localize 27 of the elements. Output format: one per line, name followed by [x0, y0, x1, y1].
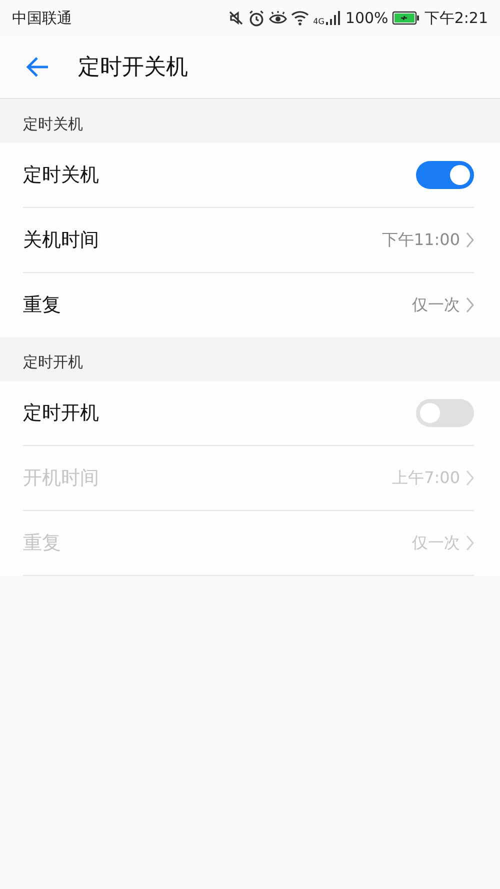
setting-label[interactable]: 重复	[23, 292, 412, 318]
chevron-right-icon	[466, 297, 474, 313]
battery-icon	[392, 11, 420, 25]
setting-value: 上午7:00	[392, 468, 460, 488]
setting-value: 仅一次	[412, 532, 460, 554]
mute-icon	[228, 10, 244, 26]
setting-value: 下午11:00	[382, 230, 460, 250]
section-header: 定时开机	[23, 352, 83, 372]
chevron-right-icon	[466, 470, 474, 486]
setting-label: 定时关机	[23, 163, 100, 188]
section-header: 定时关机	[23, 114, 83, 134]
carrier-name: 中国联通	[12, 8, 73, 28]
toggle-switch[interactable]	[416, 399, 474, 427]
setting-value: 仅一次	[412, 294, 460, 316]
setting-label[interactable]: 关机时间	[23, 227, 382, 253]
wifi-icon	[291, 10, 310, 26]
network-type: 4G	[313, 16, 324, 26]
eye-icon	[269, 10, 288, 26]
toggle-switch[interactable]	[416, 161, 474, 189]
alarm-icon	[248, 10, 266, 26]
battery-percent: 100%	[345, 9, 388, 27]
clock-time: 下午2:21	[424, 8, 488, 28]
chevron-right-icon	[466, 535, 474, 551]
signal-icon	[325, 10, 342, 26]
setting-label: 定时开机	[23, 401, 100, 426]
chevron-right-icon	[466, 232, 474, 248]
page-title: 定时开关机	[78, 54, 188, 82]
